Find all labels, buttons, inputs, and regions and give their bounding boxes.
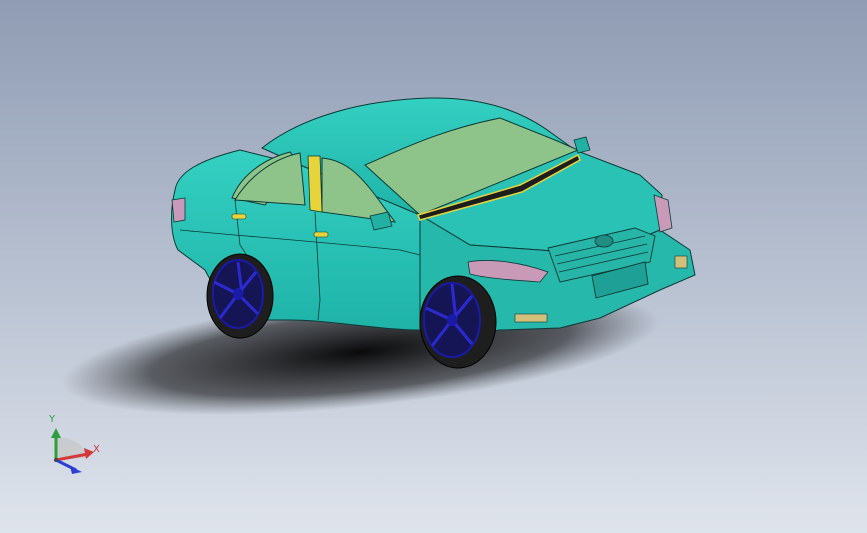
- fog-light-left: [514, 313, 548, 323]
- fog-light-right: [674, 255, 688, 269]
- triad-origin: [54, 458, 58, 462]
- y-axis-arrow-head: [51, 428, 61, 438]
- car-model-scene[interactable]: [0, 0, 867, 533]
- front-door-handle: [313, 231, 329, 238]
- rear-wheel[interactable]: [206, 253, 274, 339]
- rear-taillight: [171, 197, 186, 223]
- rear-door-handle: [231, 213, 247, 220]
- x-axis-label: X: [93, 444, 100, 455]
- b-pillar-trim: [307, 155, 323, 213]
- z-axis-arrow-head: [70, 466, 82, 474]
- y-axis-label: Y: [49, 414, 56, 425]
- graphics-viewport[interactable]: Y X: [0, 0, 867, 533]
- front-wheel[interactable]: [419, 275, 497, 369]
- brand-emblem-icon: [594, 234, 614, 248]
